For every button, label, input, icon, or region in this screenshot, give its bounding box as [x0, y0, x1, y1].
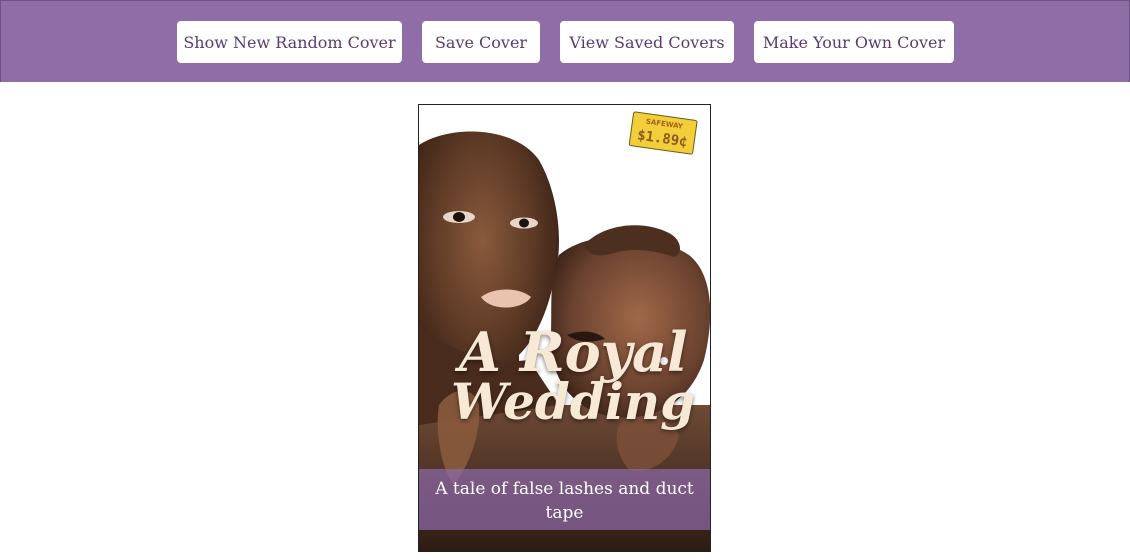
cover-title: A Royal Wedding: [429, 320, 709, 432]
nav-header: Show New Random Cover Save Cover View Sa…: [0, 0, 1130, 82]
save-cover-button[interactable]: Save Cover: [422, 21, 540, 63]
view-saved-covers-button[interactable]: View Saved Covers: [560, 21, 734, 63]
cover-title-line1: A Royal: [459, 320, 688, 384]
show-random-cover-button[interactable]: Show New Random Cover: [177, 21, 402, 63]
make-own-cover-button[interactable]: Make Your Own Cover: [754, 21, 954, 63]
price-sticker: SAFEWAY $1.89¢: [628, 111, 698, 155]
cover-tagline: A tale of false lashes and duct tape: [435, 479, 694, 523]
cover-title-line2: Wedding: [451, 372, 696, 432]
book-cover: SAFEWAY $1.89¢ A Royal Wedding A tale of…: [418, 104, 711, 552]
